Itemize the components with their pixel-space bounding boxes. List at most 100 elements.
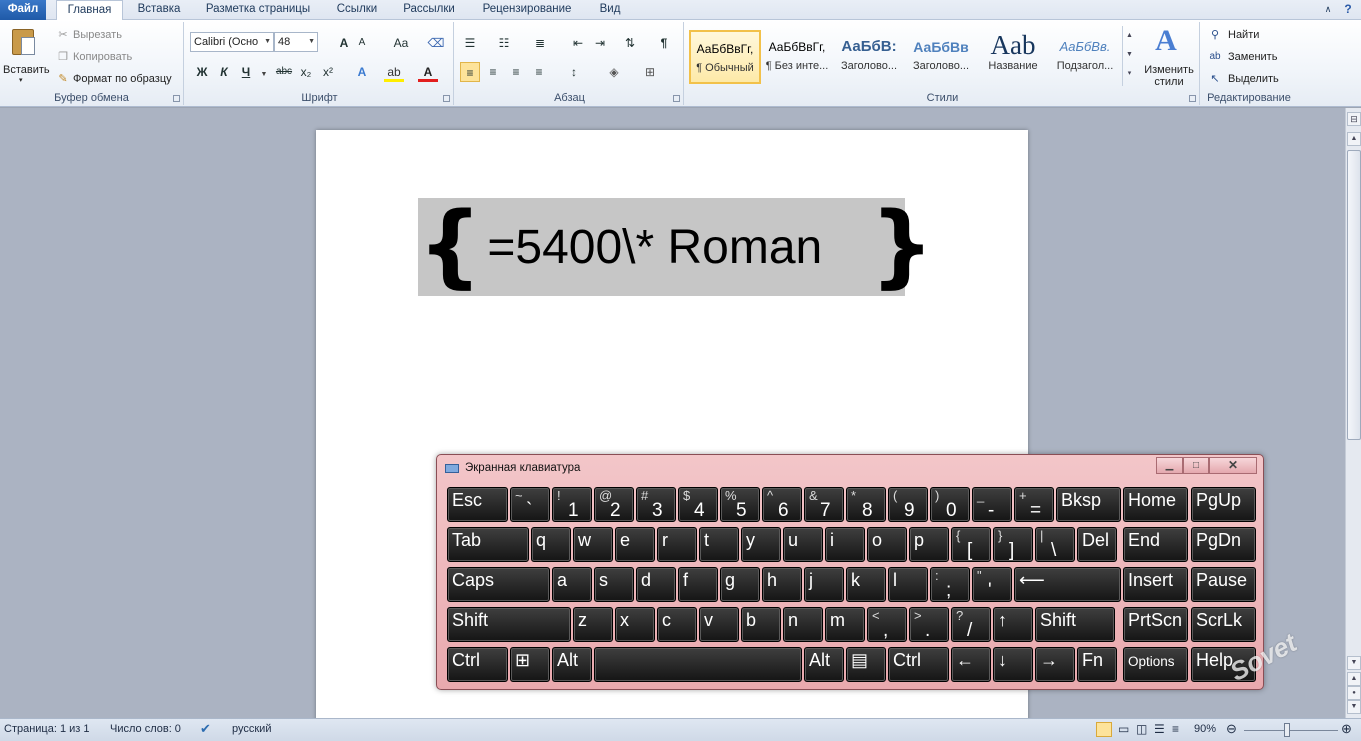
key-s[interactable]: s — [594, 567, 634, 602]
key-pgup[interactable]: PgUp — [1191, 487, 1256, 522]
show-marks-button[interactable]: ¶ — [654, 33, 674, 53]
key-u[interactable]: u — [783, 527, 823, 562]
line-spacing-icon[interactable]: ↕ — [564, 62, 584, 82]
key-shift[interactable]: Shift — [1035, 607, 1115, 642]
change-styles-button[interactable]: Изменить стили — [1142, 64, 1196, 88]
paste-dropdown-icon[interactable]: ▾ — [19, 76, 23, 84]
font-launcher-icon[interactable] — [443, 95, 450, 102]
key-5[interactable]: % 5 — [720, 487, 760, 522]
key-tab[interactable]: Tab — [447, 527, 529, 562]
sort-icon[interactable]: ⇅ — [620, 33, 640, 53]
style-normal[interactable]: АаБбВвГг, ¶ Обычный — [689, 30, 761, 84]
shading-icon[interactable]: ◈ — [604, 62, 624, 82]
zoom-level[interactable]: 90% — [1194, 723, 1216, 735]
italic-button[interactable]: К — [214, 62, 234, 82]
clipboard-launcher-icon[interactable] — [173, 95, 180, 102]
bold-button[interactable]: Ж — [192, 62, 212, 82]
align-left-icon[interactable]: ≡ — [460, 62, 480, 82]
word-count[interactable]: Число слов: 0 — [110, 723, 181, 735]
key-0[interactable]: ) 0 — [930, 487, 970, 522]
superscript-button[interactable]: x² — [318, 62, 338, 82]
tab-home[interactable]: Главная — [56, 0, 123, 21]
language-indicator[interactable]: русский — [232, 723, 271, 735]
key-a[interactable]: a — [552, 567, 592, 602]
key-alt[interactable]: Alt — [552, 647, 592, 682]
text-effects-icon[interactable]: A — [352, 62, 372, 82]
scroll-up-icon[interactable]: ▲ — [1347, 132, 1361, 146]
scroll-thumb[interactable] — [1347, 150, 1361, 440]
zoom-slider[interactable] — [1244, 730, 1338, 731]
key-w[interactable]: w — [573, 527, 613, 562]
next-page-icon[interactable]: ▼ — [1347, 700, 1361, 714]
key-insert[interactable]: Insert — [1123, 567, 1188, 602]
bullets-icon[interactable]: ☰ — [460, 33, 480, 53]
key-ctrl[interactable]: Ctrl — [888, 647, 949, 682]
zoom-out-icon[interactable]: ⊖ — [1226, 721, 1237, 737]
multilevel-list-icon[interactable]: ≣ — [530, 33, 550, 53]
align-center-icon[interactable]: ≡ — [483, 62, 503, 82]
format-painter-button[interactable]: Формат по образцу — [73, 73, 172, 85]
shrink-font-button[interactable]: A — [352, 33, 372, 53]
key-r[interactable]: r — [657, 527, 697, 562]
tab-references[interactable]: Ссылки — [329, 0, 385, 20]
tab-view[interactable]: Вид — [592, 0, 628, 20]
key-7[interactable]: & 7 — [804, 487, 844, 522]
key-enter[interactable]: ⟵ — [1014, 567, 1121, 602]
key-f[interactable]: f — [678, 567, 718, 602]
key-9[interactable]: (9 — [888, 487, 928, 522]
key-z[interactable]: z — [573, 607, 613, 642]
key-j[interactable]: j — [804, 567, 844, 602]
key-i[interactable]: i — [825, 527, 865, 562]
key-2[interactable]: @2 — [594, 487, 634, 522]
key-sym0-12[interactable]: _ - — [972, 487, 1012, 522]
key-del[interactable]: Del — [1077, 527, 1117, 562]
key-n[interactable]: n — [783, 607, 823, 642]
key-bksp[interactable]: Bksp — [1056, 487, 1121, 522]
draft-icon[interactable]: ≡ — [1172, 722, 1179, 736]
numbering-icon[interactable]: ☷ — [494, 33, 514, 53]
key-shift[interactable]: Shift — [447, 607, 571, 642]
field-code-block[interactable]: { =5400\* Roman } — [418, 198, 934, 296]
decrease-indent-icon[interactable]: ⇤ — [568, 33, 588, 53]
zoom-slider-thumb[interactable] — [1284, 723, 1290, 737]
key-g[interactable]: g — [720, 567, 760, 602]
ruler-toggle-icon[interactable]: ⊟ — [1347, 112, 1361, 126]
tab-insert[interactable]: Вставка — [128, 0, 190, 20]
font-size-combo[interactable]: 48 ▼ — [274, 32, 318, 52]
key-c[interactable]: c — [657, 607, 697, 642]
paste-label[interactable]: Вставить — [3, 64, 50, 76]
key-6[interactable]: ^ 6 — [762, 487, 802, 522]
key-space[interactable] — [594, 647, 802, 682]
key-esc[interactable]: Esc — [447, 487, 508, 522]
grow-font-button[interactable]: A — [334, 33, 354, 53]
tab-review[interactable]: Рецензирование — [472, 0, 582, 20]
key-end[interactable]: End — [1123, 527, 1188, 562]
key-8[interactable]: * 8 — [846, 487, 886, 522]
key-sym4-9[interactable]: → — [1035, 647, 1075, 682]
help-icon[interactable]: ? — [1338, 0, 1358, 20]
style-title[interactable]: Aab Название — [977, 30, 1049, 84]
key-sym1-13[interactable]: | \ — [1035, 527, 1075, 562]
increase-indent-icon[interactable]: ⇥ — [590, 33, 610, 53]
web-layout-icon[interactable]: ◫ — [1136, 722, 1147, 736]
minimize-ribbon-icon[interactable]: ∧ — [1318, 0, 1338, 20]
cut-button[interactable]: Вырезать — [73, 29, 122, 41]
key-scrlk[interactable]: ScrLk — [1191, 607, 1256, 642]
key-menu[interactable]: ▤ — [846, 647, 886, 682]
key-home[interactable]: Home — [1123, 487, 1188, 522]
key-sym4-7[interactable]: ← — [951, 647, 991, 682]
key-win[interactable]: ⊞ — [510, 647, 550, 682]
key-e[interactable]: e — [615, 527, 655, 562]
page-count[interactable]: Страница: 1 из 1 — [4, 723, 90, 735]
osk-maximize-button[interactable]: □ — [1183, 457, 1209, 474]
styles-scroll[interactable]: ▲ ▼ ▾ — [1122, 26, 1136, 86]
styles-launcher-icon[interactable] — [1189, 95, 1196, 102]
key-alt[interactable]: Alt — [804, 647, 844, 682]
find-button[interactable]: Найти — [1228, 29, 1259, 41]
key-v[interactable]: v — [699, 607, 739, 642]
key-h[interactable]: h — [762, 567, 802, 602]
key-sym3-8[interactable]: <, — [867, 607, 907, 642]
style-no-spacing[interactable]: АаБбВвГг, ¶ Без инте... — [761, 30, 833, 84]
key-b[interactable]: b — [741, 607, 781, 642]
key-prtscn[interactable]: PrtScn — [1123, 607, 1188, 642]
